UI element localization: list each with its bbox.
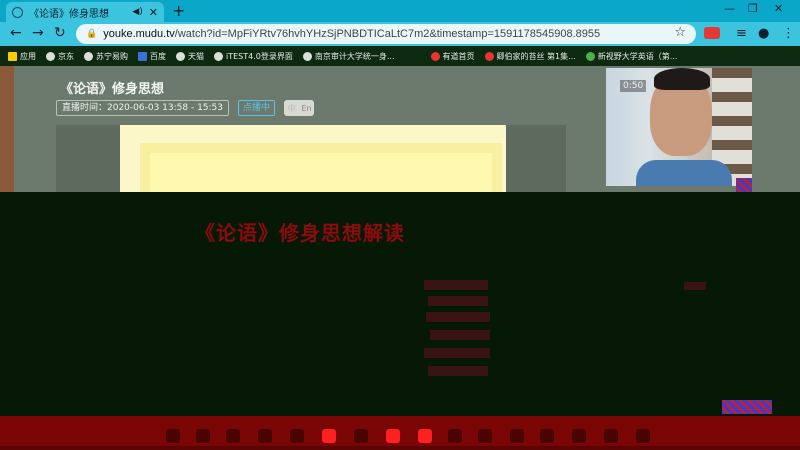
bookmark-baidu[interactable]: 百度 [138, 51, 166, 62]
bookmark-tmall[interactable]: 天猫 [176, 51, 204, 62]
audio-icon[interactable]: ◀) [132, 7, 142, 17]
forward-button[interactable]: → [32, 25, 44, 41]
slide-inner-border [140, 143, 502, 192]
ghost-bar [424, 348, 490, 358]
lang-en[interactable]: En [299, 104, 314, 113]
taskbar [0, 416, 800, 450]
lock-icon: 🔒 [86, 29, 98, 39]
url-text[interactable]: youke.mudu.tv/watch?id=MpFiYRtv76hvhYHzS… [103, 28, 600, 40]
page-edge [0, 66, 14, 192]
taskbar-app-icon[interactable] [322, 429, 336, 443]
bookmark-nau[interactable]: 南京审计大学统一身... [302, 51, 395, 62]
ghost-bar [428, 296, 488, 306]
book-icon [585, 51, 595, 61]
tab-close-icon[interactable]: ✕ [149, 6, 158, 19]
playlist-icon[interactable]: ≡ [736, 26, 747, 41]
video-extension-icon[interactable] [704, 27, 720, 39]
bookmark-apps[interactable]: 应用 [8, 51, 36, 62]
presenter-body [636, 160, 732, 186]
ghost-bar [430, 330, 490, 340]
minimize-button[interactable]: — [724, 2, 735, 15]
bookmark-youdao[interactable]: 有道首页 [430, 51, 475, 62]
lang-zh[interactable]: 中 [284, 103, 299, 114]
taskbar-edge [0, 446, 800, 450]
taskbar-app-icon[interactable] [290, 429, 304, 443]
bookmark-jd[interactable]: 京东 [46, 51, 74, 62]
video-icon [484, 51, 494, 61]
taskbar-app-icon[interactable] [540, 429, 554, 443]
slide-heading: 《论语》修身思想解读 [195, 221, 405, 245]
globe-icon [302, 51, 312, 61]
address-bar[interactable]: 🔒 youke.mudu.tv/watch?id=MpFiYRtv76hvhYH… [76, 24, 696, 44]
taskbar-app-icon[interactable] [258, 429, 272, 443]
reload-button[interactable]: ↻ [54, 25, 66, 41]
taskbar-app-icon[interactable] [478, 429, 492, 443]
ghost-bar [428, 366, 488, 376]
video-artifact [722, 400, 772, 414]
taskbar-app-icon[interactable] [510, 429, 524, 443]
live-status-badge[interactable]: 点播中 [238, 100, 276, 116]
account-icon[interactable]: ● [758, 26, 769, 41]
window-close-button[interactable]: ✕ [774, 2, 783, 15]
presenter-hair [654, 68, 710, 90]
youdao-icon [430, 51, 440, 61]
url-path: /watch?id=MpFiYRtv76hvhYHzSjPNBDTICaLtC7… [174, 28, 601, 40]
taskbar-app-icon[interactable] [386, 429, 400, 443]
taskbar-app-icon[interactable] [166, 429, 180, 443]
webcam-timer: 0:50 [620, 80, 647, 92]
bookmark-itest[interactable]: iTEST4.0登录界面 [214, 51, 293, 62]
maximize-button[interactable]: ❐ [748, 2, 758, 15]
ghost-bar [424, 280, 488, 290]
bookmark-tess[interactable]: 卿伯家的苔丝 第1集... [484, 51, 576, 62]
taskbar-app-icon[interactable] [354, 429, 368, 443]
tab-title: 《论语》修身思想 [29, 8, 109, 20]
live-time-label: 直播时间：2020-06-03 13:58 - 15:53 [56, 100, 230, 116]
globe-icon [46, 51, 55, 61]
url-host: youke.mudu.tv [103, 28, 175, 40]
taskbar-app-icon[interactable] [196, 429, 210, 443]
globe-icon [84, 51, 93, 61]
bookmark-newhorizon[interactable]: 新视野大学英语（第... [585, 51, 677, 62]
star-icon[interactable]: ☆ [674, 25, 686, 40]
globe-icon [176, 51, 185, 61]
ghost-bar [426, 312, 490, 322]
course-title: 《论语》修身思想 [60, 82, 165, 97]
bookmarks-bar: 应用 京东 苏宁易购 百度 天猫 iTEST4.0登录界面 南京审计大学统一身.… [0, 46, 800, 66]
baidu-icon [138, 51, 147, 61]
language-toggle[interactable]: 中 En [284, 100, 314, 116]
bookmark-suning[interactable]: 苏宁易购 [84, 51, 128, 62]
taskbar-app-icon[interactable] [604, 429, 618, 443]
taskbar-app-icon[interactable] [448, 429, 462, 443]
apps-icon [8, 51, 17, 61]
ghost-bar [684, 282, 706, 290]
tab-course[interactable]: 《论语》修身思想 ◀) ✕ [6, 2, 164, 22]
globe-icon [214, 51, 223, 61]
new-tab-button[interactable]: + [172, 1, 185, 20]
back-button[interactable]: ← [10, 25, 22, 41]
taskbar-app-icon[interactable] [418, 429, 432, 443]
taskbar-app-icon[interactable] [636, 429, 650, 443]
taskbar-app-icon[interactable] [572, 429, 586, 443]
menu-icon[interactable]: ⋮ [782, 26, 795, 41]
globe-icon [12, 6, 23, 18]
taskbar-app-icon[interactable] [226, 429, 240, 443]
